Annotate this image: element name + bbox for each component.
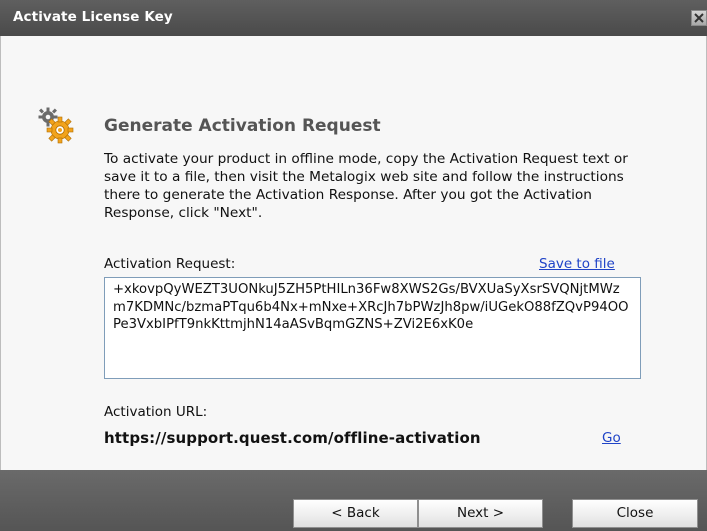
activation-request-label: Activation Request: (104, 256, 236, 272)
instructions-text: To activate your product in offline mode… (104, 151, 628, 221)
save-to-file-link[interactable]: Save to file (539, 256, 615, 272)
window-title: Activate License Key (13, 9, 173, 25)
activation-request-textbox[interactable]: +xkovpQyWEZT3UONkuJ5ZH5PtHILn36Fw8XWS2Gs… (104, 277, 641, 379)
next-button[interactable]: Next > (418, 499, 543, 528)
title-bar: Activate License Key (0, 0, 707, 36)
activation-url-value: https://support.quest.com/offline-activa… (104, 429, 481, 447)
close-button[interactable]: Close (572, 499, 698, 528)
close-icon[interactable] (691, 10, 707, 26)
activation-url-label: Activation URL: (104, 404, 208, 420)
page-heading: Generate Activation Request (104, 116, 381, 136)
back-button[interactable]: < Back (293, 499, 418, 528)
gear-icon (36, 105, 76, 145)
go-link[interactable]: Go (602, 430, 621, 446)
